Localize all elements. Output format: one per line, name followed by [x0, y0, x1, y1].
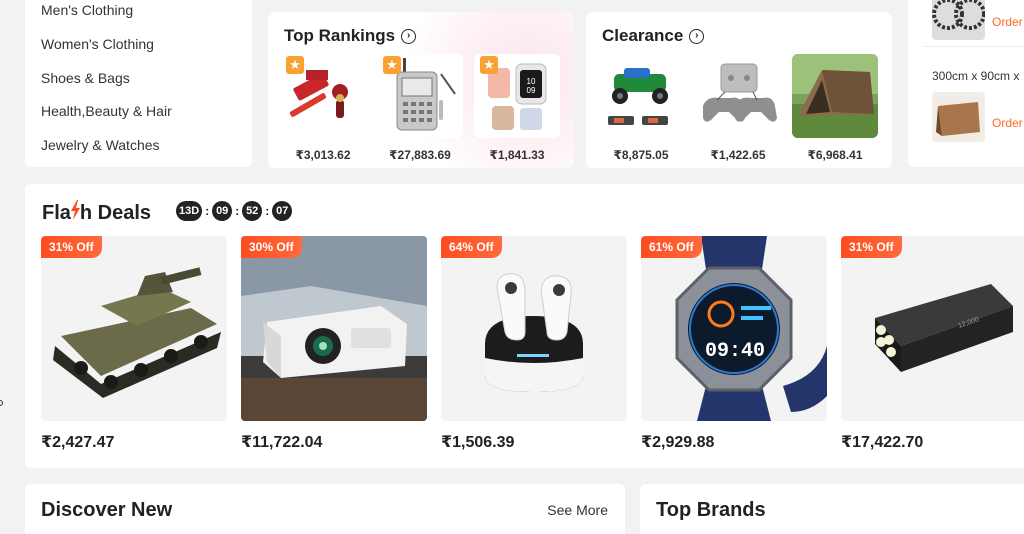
flashlight-image: 12,000	[875, 284, 1013, 372]
discount-badge: 31% Off	[841, 236, 902, 258]
flash-deals-section: Fla h Deals 13D : 09 : 52 : 07 31% Off ₹…	[25, 184, 1024, 468]
top-rankings-label: Top Rankings	[284, 26, 396, 45]
game-console-image	[703, 63, 777, 122]
smartwatch-image: 09:40	[675, 236, 827, 421]
deal-price: ₹11,722.04	[241, 434, 323, 451]
deal-price: ₹17,422.70	[841, 434, 924, 451]
flash-title-part-2: h Deals	[79, 201, 152, 224]
deal-price: ₹2,929.88	[641, 434, 715, 451]
deal-item[interactable]: 31% Off ₹2,427.47	[41, 236, 227, 452]
scroll-indicator-icon	[0, 400, 3, 406]
flash-deals-title[interactable]: Fla h Deals	[42, 200, 151, 226]
discover-new-title: Discover New	[41, 499, 173, 521]
orders-card: Order 300cm x 90cm x Order	[908, 0, 1024, 167]
toy-tank-image	[53, 267, 221, 398]
deal-item[interactable]: 30% Off ₹11,722.04	[241, 236, 427, 452]
svg-text:09:40: 09:40	[705, 340, 765, 363]
deal-item[interactable]: 64% Off ₹1,506.39	[441, 236, 627, 452]
product-size-text: 300cm x 90cm x	[932, 69, 1020, 83]
category-womens-clothing[interactable]: Women's Clothing	[41, 34, 252, 68]
discount-badge: 64% Off	[441, 236, 502, 258]
countdown-minutes: 52	[242, 201, 263, 221]
category-list: Men's Clothing Women's Clothing Shoes & …	[25, 0, 252, 167]
order-link[interactable]: Order	[992, 116, 1023, 130]
clearance-item[interactable]: ₹6,968.41	[792, 54, 878, 162]
discount-badge: 61% Off	[641, 236, 702, 258]
divider	[922, 46, 1024, 47]
arrow-right-icon[interactable]: ›	[689, 28, 705, 44]
category-shoes-bags[interactable]: Shoes & Bags	[41, 68, 252, 102]
clearance-price: ₹8,875.05	[613, 148, 669, 162]
top-brands-title: Top Brands	[656, 499, 766, 521]
clearance-item[interactable]: ₹1,422.65	[695, 54, 781, 162]
ranking-item[interactable]: ★ 10 09 ₹1,841.33	[474, 54, 560, 162]
deal-item[interactable]: 61% Off 09:40 ₹2,929.88	[641, 236, 827, 452]
snow-chain-image	[932, 0, 986, 40]
discount-badge: 31% Off	[41, 236, 102, 258]
flash-title-part-1: Fla	[42, 201, 71, 224]
countdown-seconds: 07	[272, 201, 293, 221]
clearance-label: Clearance	[602, 26, 684, 45]
star-icon: ★	[286, 56, 304, 74]
category-health-beauty[interactable]: Health,Beauty & Hair	[41, 101, 252, 135]
top-rankings-title[interactable]: Top Rankings ›	[284, 26, 417, 46]
projector-image	[241, 236, 427, 421]
earbuds-image	[485, 273, 583, 392]
deal-price: ₹2,427.47	[41, 434, 115, 451]
discount-badge: 30% Off	[241, 236, 302, 258]
deal-price: ₹1,506.39	[441, 434, 515, 451]
clearance-card: Clearance › ₹8,875.05 ₹1,422.65 ₹6,968.4…	[586, 12, 892, 168]
svg-text:10: 10	[527, 77, 536, 86]
tent-image	[792, 54, 878, 138]
ranking-price: ₹1,841.33	[489, 148, 545, 162]
ranking-price: ₹3,013.62	[295, 148, 351, 162]
clearance-item[interactable]: ₹8,875.05	[598, 54, 684, 162]
category-jewelry-watches[interactable]: Jewelry & Watches	[41, 135, 252, 169]
order-link[interactable]: Order	[992, 15, 1023, 29]
top-brands-section: Top Brands	[640, 484, 1024, 534]
ranking-item[interactable]: ★ ₹3,013.62	[280, 54, 366, 162]
countdown-timer: 13D : 09 : 52 : 07	[176, 201, 293, 221]
see-more-link[interactable]: See More	[547, 502, 608, 518]
svg-text:09: 09	[527, 86, 536, 95]
ranking-item[interactable]: ★ ₹27,883.69	[377, 54, 463, 162]
clearance-price: ₹1,422.65	[710, 148, 766, 162]
category-mens-clothing[interactable]: Men's Clothing	[41, 0, 252, 34]
arrow-right-icon[interactable]: ›	[401, 28, 417, 44]
mat-image	[932, 92, 985, 142]
deal-item[interactable]: 31% Off 12,000 ₹17,422.70	[841, 236, 1024, 452]
countdown-hours: 09	[212, 201, 233, 221]
ranking-price: ₹27,883.69	[389, 148, 451, 162]
star-icon: ★	[383, 56, 401, 74]
clearance-title[interactable]: Clearance ›	[602, 26, 705, 46]
rc-truck-image	[608, 68, 668, 125]
star-icon: ★	[480, 56, 498, 74]
discover-new-section: Discover New See More	[25, 484, 625, 534]
clearance-price: ₹6,968.41	[807, 148, 863, 162]
top-rankings-card: Top Rankings › ★ ₹3,013.62 ★ ₹27,883.69 …	[268, 12, 574, 168]
countdown-days: 13D	[176, 201, 203, 221]
